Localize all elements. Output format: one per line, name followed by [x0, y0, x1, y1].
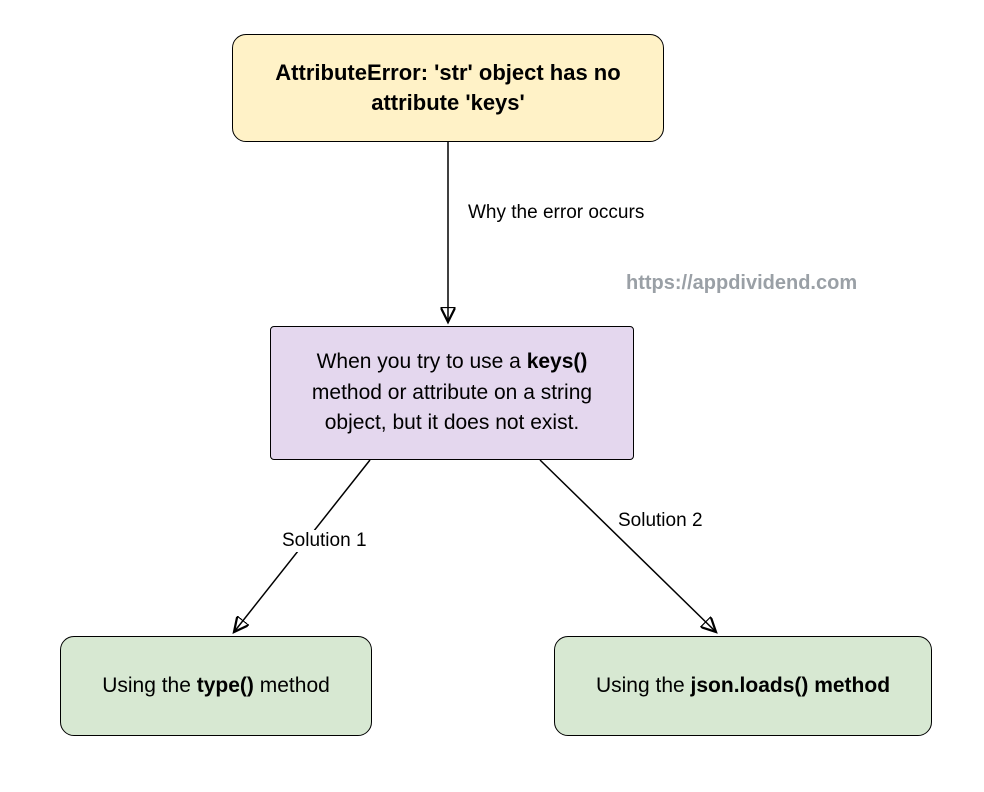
- edge-label-solution1: Solution 1: [280, 530, 369, 552]
- arrow-to-solution2: [540, 460, 716, 632]
- error-node: AttributeError: 'str' object has no attr…: [232, 34, 664, 142]
- solution2-text: Using the json.loads() method: [596, 671, 890, 700]
- solution2-node: Using the json.loads() method: [554, 636, 932, 736]
- solution1-text: Using the type() method: [102, 671, 330, 700]
- explanation-node: When you try to use a keys() method or a…: [270, 326, 634, 460]
- edge-label-why: Why the error occurs: [466, 202, 646, 224]
- watermark: https://appdividend.com: [626, 272, 857, 295]
- solution1-node: Using the type() method: [60, 636, 372, 736]
- explanation-text: When you try to use a keys() method or a…: [291, 347, 613, 438]
- edge-label-solution2: Solution 2: [616, 510, 705, 532]
- error-title: AttributeError: 'str' object has no attr…: [253, 58, 643, 117]
